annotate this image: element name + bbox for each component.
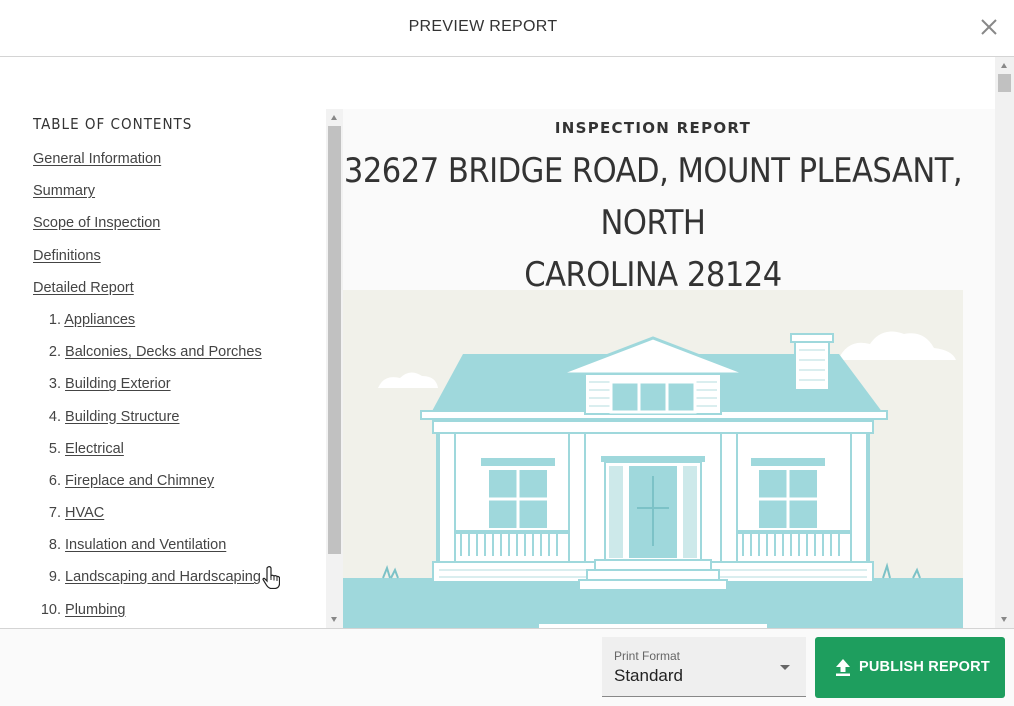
close-icon[interactable] (980, 18, 998, 36)
toc-heading: TABLE OF CONTENTS (33, 115, 193, 133)
toc-number: 6. (48, 472, 61, 489)
toc-number: 1. (48, 311, 61, 328)
toc-link[interactable]: General Information (33, 151, 161, 167)
scroll-up-icon[interactable] (1001, 63, 1007, 68)
report-preview: INSPECTION REPORT 32627 BRIDGE ROAD, MOU… (343, 109, 995, 628)
scroll-down-icon[interactable] (1001, 617, 1007, 622)
toc-item: 7. HVAC (33, 505, 323, 537)
dialog-body: TABLE OF CONTENTS General Information Su… (0, 57, 1014, 628)
toc-link[interactable]: Definitions (33, 248, 101, 264)
toc-link[interactable]: Scope of Inspection (33, 215, 160, 231)
publish-report-button[interactable]: PUBLISH REPORT (815, 637, 1005, 698)
publish-report-label: PUBLISH REPORT (859, 659, 990, 675)
toc-item: 4. Building Structure (33, 409, 323, 441)
toc-item: 2. Balconies, Decks and Porches (33, 344, 323, 376)
toc-link[interactable]: Building Structure (65, 409, 179, 425)
page-scrollbar[interactable] (995, 57, 1014, 628)
scrollbar-thumb[interactable] (328, 126, 341, 554)
toc-item: 6. Fireplace and Chimney (33, 473, 323, 505)
toc-link[interactable]: Insulation and Ventilation (65, 537, 226, 553)
upload-icon (836, 659, 850, 676)
toc-item: 3. Building Exterior (33, 376, 323, 408)
house-illustration (343, 290, 963, 628)
toc-item: 5. Electrical (33, 441, 323, 473)
toc-link[interactable]: Appliances (64, 312, 135, 328)
toc-link[interactable]: Electrical (65, 441, 124, 457)
dialog-header: PREVIEW REPORT (0, 0, 1014, 57)
toc-link[interactable]: Fireplace and Chimney (65, 473, 214, 489)
toc-number: 2. (48, 344, 61, 361)
toc-item: 1. Appliances (33, 312, 323, 344)
toc-item: General Information (33, 151, 323, 183)
address-line-1: 32627 BRIDGE ROAD, MOUNT PLEASANT, NORTH (343, 151, 963, 243)
report-kicker: INSPECTION REPORT (554, 119, 752, 137)
toc-number: 7. (48, 505, 61, 522)
toc-link[interactable]: Summary (33, 183, 95, 199)
table-of-contents: TABLE OF CONTENTS General Information Su… (33, 115, 323, 634)
scrollbar-thumb[interactable] (998, 74, 1011, 92)
toc-link[interactable]: Building Exterior (65, 376, 171, 392)
caret-down-icon (780, 665, 790, 670)
toc-link[interactable]: HVAC (65, 505, 104, 521)
scroll-up-icon[interactable] (331, 115, 337, 120)
toc-number: 3. (48, 376, 61, 393)
print-format-select[interactable]: Print Format Standard (602, 637, 806, 697)
toc-link[interactable]: Landscaping and Hardscaping (65, 569, 261, 585)
toc-link[interactable]: Balconies, Decks and Porches (65, 344, 262, 360)
toc-number: 9. (48, 569, 61, 586)
toc-item: Definitions (33, 248, 323, 280)
toc-item: Scope of Inspection (33, 215, 323, 247)
toc-link[interactable]: Plumbing (65, 602, 125, 618)
toc-list: General Information Summary Scope of Ins… (33, 151, 323, 634)
scroll-down-icon[interactable] (331, 617, 337, 622)
dialog-footer: Print Format Standard PUBLISH REPORT (0, 628, 1014, 706)
report-address: 32627 BRIDGE ROAD, MOUNT PLEASANT, NORTH… (343, 145, 963, 301)
toc-number: 8. (48, 537, 61, 554)
toc-item: Detailed Report (33, 280, 323, 312)
print-format-label: Print Format (614, 649, 681, 663)
toc-link[interactable]: Detailed Report (33, 280, 134, 296)
toc-number: 4. (48, 408, 61, 425)
dialog-title: PREVIEW REPORT (408, 18, 558, 35)
toc-number: 5. (48, 440, 61, 457)
toc-item: Summary (33, 183, 323, 215)
print-format-value: Standard (614, 666, 683, 685)
toc-number: 10. (40, 601, 61, 618)
toc-scrollbar[interactable] (326, 109, 343, 628)
hand-pointer-icon (262, 566, 280, 589)
